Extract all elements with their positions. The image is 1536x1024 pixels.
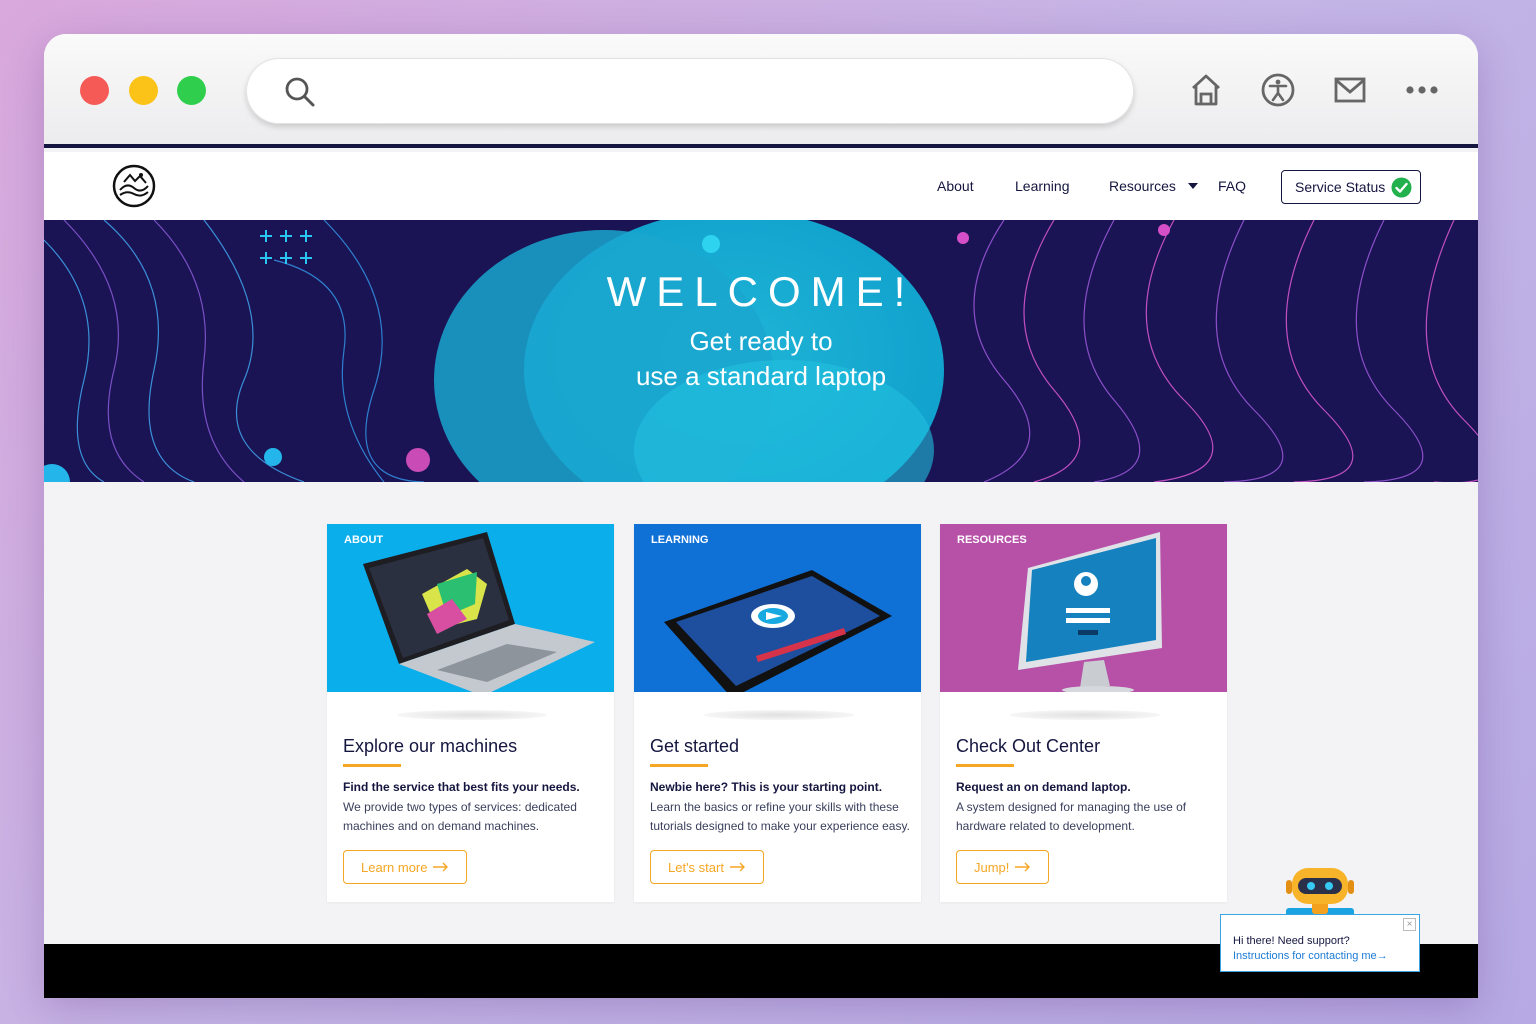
address-bar[interactable] [246, 58, 1134, 124]
nav-learning[interactable]: Learning [1015, 178, 1070, 194]
mail-icon[interactable] [1332, 72, 1368, 108]
maximize-window-button[interactable] [177, 76, 206, 105]
card-title: Check Out Center [956, 736, 1101, 756]
chat-link-label: Instructions for contacting me [1233, 950, 1377, 962]
laptop-illustration [363, 532, 595, 692]
card-learning: LEARNING Get started Newbie here? This i… [634, 524, 921, 902]
site-navbar: About Learning Resources FAQ Service Sta… [44, 152, 1478, 220]
card-tag: LEARNING [651, 534, 709, 546]
card-description: Learn the basics or refine your skills w… [650, 800, 910, 833]
chevron-down-icon[interactable] [1188, 183, 1198, 189]
arrow-right-icon [1015, 862, 1031, 872]
chat-contact-link[interactable]: Instructions for contacting me→ [1233, 950, 1388, 962]
card-banner: RESOURCES [940, 524, 1227, 692]
card-description: We provide two types of services: dedica… [343, 800, 577, 833]
main-content: ABOUT Explore our machines Find the serv… [44, 482, 1478, 944]
card-tag: ABOUT [344, 534, 384, 546]
close-window-button[interactable] [80, 76, 109, 105]
nav-about[interactable]: About [937, 178, 974, 194]
button-label: Let's start [668, 859, 724, 875]
service-status-button[interactable]: Service Status [1281, 170, 1421, 204]
browser-chrome [44, 34, 1478, 148]
card-tag: RESOURCES [957, 534, 1027, 546]
nav-faq[interactable]: FAQ [1218, 178, 1246, 194]
browser-window: About Learning Resources FAQ Service Sta… [44, 34, 1478, 998]
title-underline [956, 764, 1014, 767]
arrow-right-icon [729, 862, 745, 872]
button-label: Learn more [361, 859, 428, 875]
accessibility-icon[interactable] [1260, 72, 1296, 108]
monitor-illustration [1018, 532, 1162, 692]
card-banner: ABOUT [327, 524, 614, 692]
nav-resources[interactable]: Resources [1109, 178, 1176, 194]
card-banner: LEARNING [634, 524, 921, 692]
card-lead: Find the service that best fits your nee… [343, 780, 580, 794]
check-circle-icon [1391, 177, 1412, 198]
home-icon[interactable] [1188, 72, 1224, 108]
card-divider [704, 710, 854, 720]
hero-banner: WELCOME! Get ready to use a standard lap… [44, 220, 1478, 482]
search-icon [285, 77, 315, 107]
minimize-window-button[interactable] [129, 76, 158, 105]
chat-greeting: Hi there! Need support? [1233, 935, 1350, 947]
jump-button[interactable]: Jump! [956, 850, 1050, 884]
card-description: A system designed for managing the use o… [956, 800, 1187, 833]
chat-widget[interactable]: × Hi there! Need support? Instructions f… [1220, 914, 1420, 972]
card-title: Get started [650, 736, 740, 756]
hero-subtitle-line1: Get ready to [689, 326, 833, 356]
card-title: Explore our machines [343, 736, 518, 756]
tablet-illustration [664, 570, 892, 692]
title-underline [650, 764, 708, 767]
card-divider [1010, 710, 1160, 720]
card-lead: Request an on demand laptop. [956, 780, 1131, 794]
arrow-right-icon [433, 862, 449, 872]
logo[interactable] [112, 164, 156, 208]
card-resources: RESOURCES Check Out Center Request an on… [940, 524, 1227, 902]
learn-more-button[interactable]: Learn more [343, 850, 468, 884]
card-lead: Newbie here? This is your starting point… [650, 780, 883, 794]
card-divider [397, 710, 547, 720]
service-status-label: Service Status [1295, 179, 1386, 195]
card-about: ABOUT Explore our machines Find the serv… [327, 524, 614, 902]
hero-title: WELCOME! [606, 268, 916, 315]
lets-start-button[interactable]: Let's start [650, 850, 764, 884]
button-label: Jump! [974, 859, 1010, 875]
arrow-right-icon: → [1376, 950, 1388, 962]
title-underline [343, 764, 401, 767]
hero-subtitle-line2: use a standard laptop [635, 361, 887, 391]
close-icon[interactable]: × [1403, 918, 1416, 931]
more-icon[interactable] [1404, 72, 1440, 108]
